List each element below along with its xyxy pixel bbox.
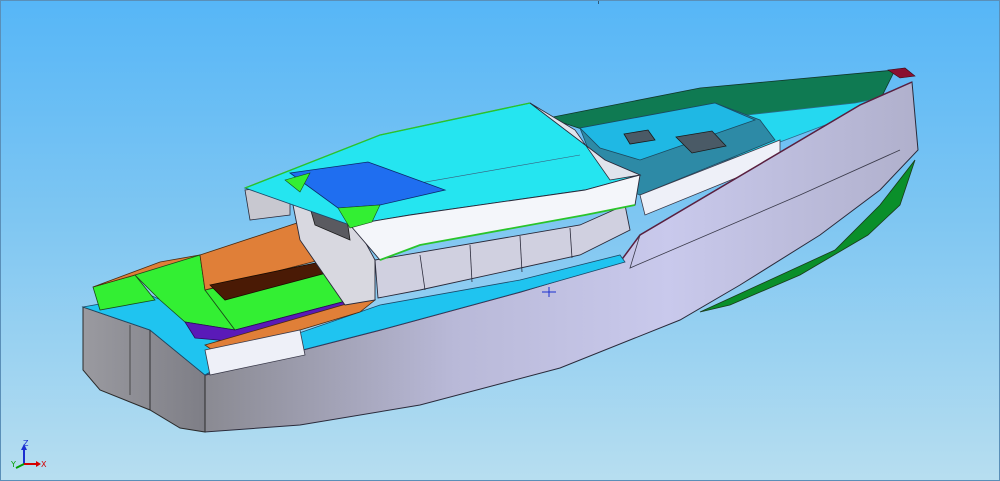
x-axis-label: X: [41, 460, 47, 469]
y-axis-line: [15, 463, 25, 469]
boat-model[interactable]: [0, 0, 1000, 481]
3d-viewport[interactable]: Z X Y: [0, 0, 1000, 481]
axis-triad: Z X Y: [10, 440, 47, 469]
z-axis-label: Z: [23, 440, 29, 448]
y-axis-label: Y: [10, 460, 16, 469]
